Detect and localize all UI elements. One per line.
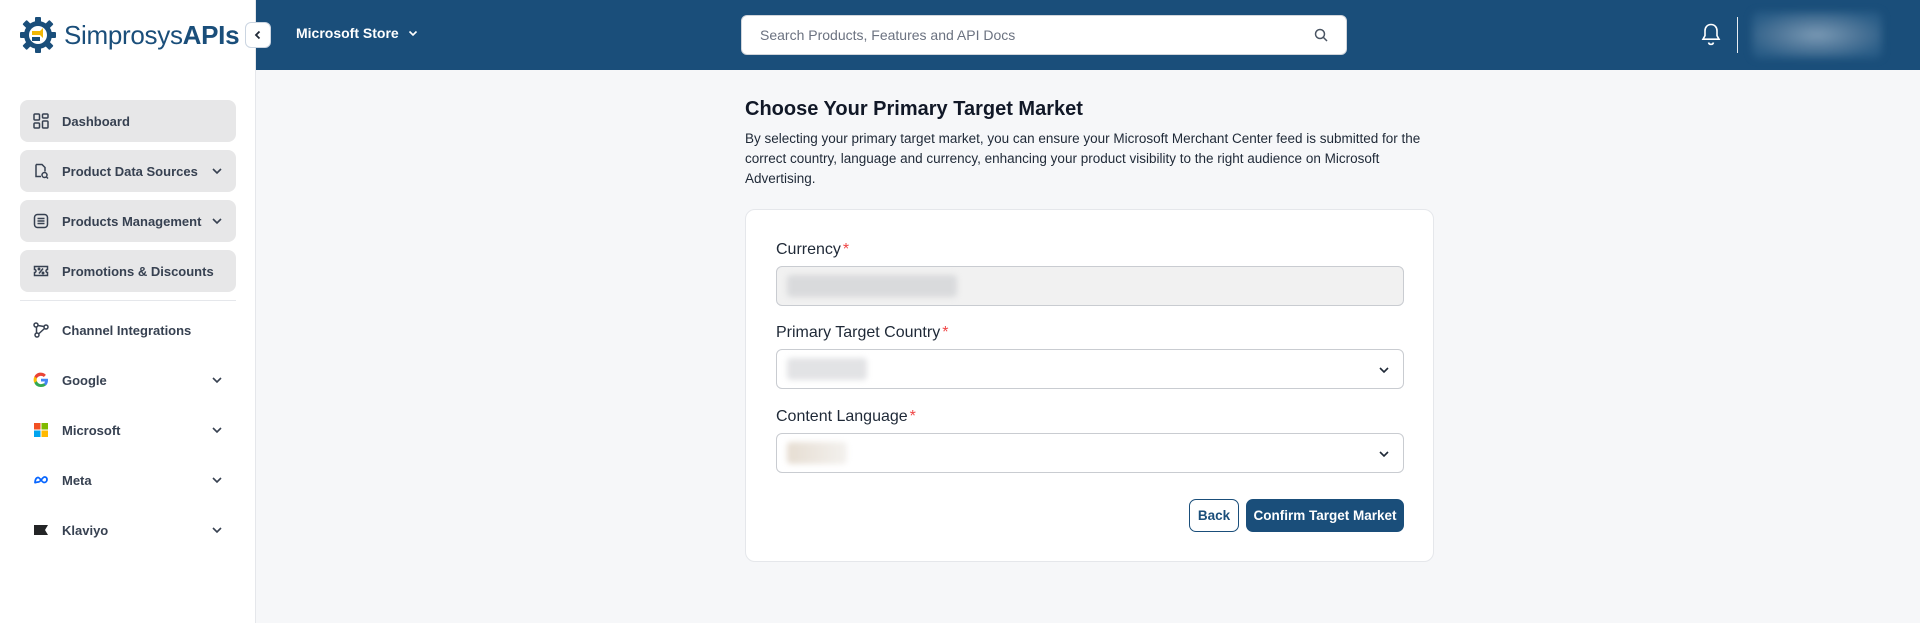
sidebar-item-meta[interactable]: Meta [20,459,236,501]
back-button[interactable]: Back [1189,499,1239,532]
required-mark: * [842,241,850,258]
required-mark: * [909,408,916,425]
klaviyo-icon [32,521,50,539]
chevron-down-icon [212,527,222,534]
chevron-down-icon [212,168,222,175]
chevron-down-icon [212,427,222,434]
brand-logo[interactable]: SimprosysAPIs [18,14,240,56]
data-source-icon [32,162,50,180]
sidebar-item-label: Channel Integrations [62,322,192,338]
sidebar-item-google[interactable]: Google [20,359,236,401]
country-value-redacted [787,358,867,380]
country-select[interactable] [776,349,1404,389]
store-selector-label: Microsoft Store [296,25,399,41]
sidebar-item-label: Dashboard [62,113,130,129]
bell-icon[interactable] [1700,22,1722,46]
page-description: By selecting your primary target market,… [745,131,1421,186]
confirm-target-market-button[interactable]: Confirm Target Market [1246,499,1404,532]
sidebar-item-label: Meta [62,472,92,488]
sidebar: SimprosysAPIs Dashboard Product Data Sou… [0,0,256,623]
country-label: Primary Target Country * [776,324,949,341]
products-list-icon [32,212,50,230]
gear-logo-icon [20,17,56,53]
store-selector[interactable]: Microsoft Store [296,25,419,41]
chevron-down-icon [1379,451,1389,458]
header-divider [1737,17,1738,53]
coupon-icon [32,262,50,280]
account-menu[interactable] [1752,12,1882,58]
sidebar-item-products-management[interactable]: Products Management [20,200,236,242]
sidebar-item-label: Google [62,372,107,388]
search-input[interactable] [760,27,1314,43]
search-icon[interactable] [1314,28,1328,42]
target-market-form: Currency * Primary Target Country * Conten… [745,209,1434,562]
collapse-sidebar-button[interactable] [245,22,271,48]
language-value-redacted [787,442,847,464]
sidebar-nav: Dashboard Product Data Sources Products … [20,100,236,559]
grid-icon [32,112,50,130]
sidebar-item-klaviyo[interactable]: Klaviyo [20,509,236,551]
integrations-icon [32,321,50,339]
search-box[interactable] [741,15,1347,55]
sidebar-item-microsoft[interactable]: Microsoft [20,409,236,451]
sidebar-divider [20,300,236,301]
chevron-down-icon [408,30,417,37]
top-bar: Microsoft Store [256,0,1920,70]
currency-value-redacted [787,275,957,297]
sidebar-item-label: Promotions & Discounts [62,263,214,279]
page-title: Choose Your Primary Target Market [745,98,1083,120]
microsoft-icon [32,421,50,439]
sidebar-item-promotions-discounts[interactable]: Promotions & Discounts [20,250,236,292]
chevron-left-icon [254,30,261,40]
sidebar-item-channel-integrations[interactable]: Channel Integrations [20,309,236,351]
sidebar-item-label: Products Management [62,213,202,229]
sidebar-item-label: Microsoft [62,422,121,438]
brand-name: SimprosysAPIs [64,19,240,50]
currency-label: Currency * [776,241,850,258]
chevron-down-icon [212,477,222,484]
sidebar-item-dashboard[interactable]: Dashboard [20,100,236,142]
main-content: Choose Your Primary Target Market By sel… [745,98,1433,189]
required-mark: * [942,324,949,341]
sidebar-item-product-data-sources[interactable]: Product Data Sources [20,150,236,192]
chevron-down-icon [1379,367,1389,374]
chevron-down-icon [212,377,222,384]
chevron-down-icon [212,218,222,225]
language-label: Content Language * [776,408,916,425]
currency-field [776,266,1404,306]
google-icon [32,371,50,389]
sidebar-item-label: Product Data Sources [62,163,198,179]
sidebar-item-label: Klaviyo [62,522,109,538]
language-select[interactable] [776,433,1404,473]
meta-icon [32,471,50,489]
